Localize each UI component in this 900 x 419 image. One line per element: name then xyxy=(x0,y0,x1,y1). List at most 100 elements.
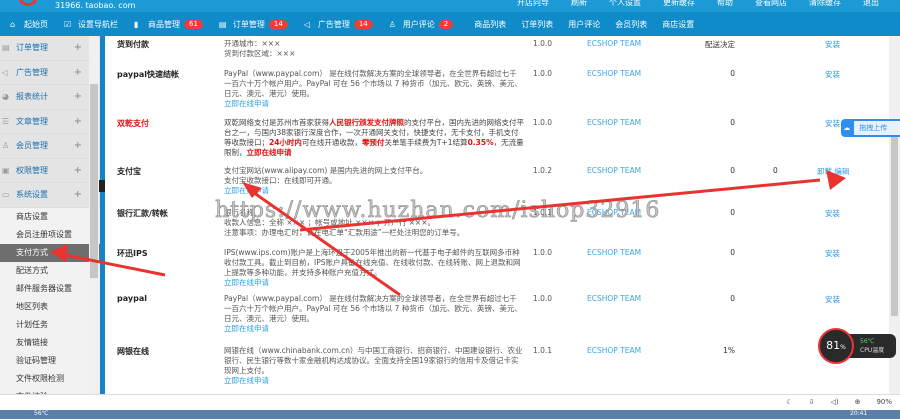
apply-online-link[interactable]: 立即在线申请 xyxy=(224,186,524,196)
highlight-text: 0.35% xyxy=(467,138,494,147)
sidebar-group[interactable]: ▤ 订单管理 + xyxy=(0,36,100,61)
sidebar-group[interactable]: ◕ 报表统计 + xyxy=(0,85,100,110)
volume-icon[interactable]: ◁) xyxy=(830,398,838,406)
sidebar-item[interactable]: 商店设置 xyxy=(0,207,100,226)
taskbar-clock[interactable]: 20:41 xyxy=(850,410,867,417)
top-link[interactable]: 开店向导 xyxy=(517,0,549,8)
group-icon: ▭ xyxy=(2,190,10,200)
author-link[interactable]: ECSHOP TEAM xyxy=(587,208,641,217)
author-link[interactable]: ECSHOP TEAM xyxy=(587,39,641,48)
version: 1.0.0 xyxy=(533,248,553,257)
taskbar: 56℃ 20:41 xyxy=(0,410,900,419)
download-icon[interactable]: ⇩ xyxy=(809,398,815,406)
version: 1.0.1 xyxy=(533,208,553,217)
top-link[interactable]: 刷新 xyxy=(571,0,587,8)
sidebar-item[interactable]: 文件权限检测 xyxy=(0,369,100,388)
sidebar-item[interactable]: 配送方式 xyxy=(0,261,100,280)
nav-link[interactable]: 会员列表 xyxy=(615,19,647,30)
desc-line: 银行名称 xyxy=(224,208,254,217)
top-link[interactable]: 退出 xyxy=(863,0,879,8)
sidebar-group[interactable]: ▣ 权限管理 + xyxy=(0,158,100,183)
group-icon: ◕ xyxy=(2,92,9,102)
sidebar-group[interactable]: ◁ 广告管理 + xyxy=(0,60,100,85)
install-link[interactable]: 安装 xyxy=(825,39,840,50)
top-link[interactable]: 查看网店 xyxy=(755,0,787,8)
nav-link[interactable]: 订单列表 xyxy=(521,19,553,30)
nav-item-2[interactable]: ▮ 商品管理 61 xyxy=(134,19,203,30)
version: 1.0.0 xyxy=(533,39,553,48)
apply-online-link[interactable]: 立即在线申请 xyxy=(224,324,524,334)
nav-link[interactable]: 用户评论 xyxy=(568,19,600,30)
desc-text: 关单笔手续费为T+1结算 xyxy=(384,138,468,147)
logo-icon xyxy=(18,0,38,6)
top-link[interactable]: 个人设置 xyxy=(609,0,641,8)
moon-icon[interactable]: ☾ xyxy=(786,398,792,406)
sidebar-group-label: 系统设置 xyxy=(16,190,48,200)
apply-online-link[interactable]: 立即在线申请 xyxy=(224,99,524,109)
author-link[interactable]: ECSHOP TEAM xyxy=(587,294,641,303)
sidebar-group[interactable]: ▭ 系统设置 + xyxy=(0,183,100,208)
install-link[interactable]: 安装 xyxy=(825,248,840,259)
sidebar-group-label: 权限管理 xyxy=(16,165,48,175)
expand-plus-icon[interactable]: + xyxy=(74,189,82,200)
install-link[interactable]: 安装 xyxy=(825,208,840,219)
count-badge: 14 xyxy=(353,19,373,29)
sidebar-group-label: 报表统计 xyxy=(16,92,48,102)
payment-description: 银行名称 收款人信息：全称 ××× ；帐号或地址 ××× ；开户行 ×××。 注意事… xyxy=(224,208,524,238)
zoom-icon[interactable]: ⊕ xyxy=(855,398,861,406)
install-link[interactable]: 安装 xyxy=(825,294,840,305)
install-link[interactable]: 安装 xyxy=(825,69,840,80)
nav-link[interactable]: 商品列表 xyxy=(474,19,506,30)
apply-online-link[interactable]: 立即在线申请 xyxy=(224,278,524,288)
expand-plus-icon[interactable]: + xyxy=(74,42,82,53)
author-link[interactable]: ECSHOP TEAM xyxy=(587,346,641,355)
cloud-upload-widget[interactable]: ☁ 拖拽上传 xyxy=(841,119,900,137)
top-link[interactable]: 帮助 xyxy=(717,0,733,8)
sidebar-group[interactable]: ♙ 会员管理 + xyxy=(0,134,100,159)
logo-text: 31966. taobao. com xyxy=(55,1,136,10)
nav-item-3[interactable]: ▤ 订单管理 14 xyxy=(219,19,288,30)
author-link[interactable]: ECSHOP TEAM xyxy=(587,166,641,175)
author-link[interactable]: ECSHOP TEAM xyxy=(587,118,641,127)
sidebar-group[interactable]: ☰ 文章管理 + xyxy=(0,109,100,134)
expand-plus-icon[interactable]: + xyxy=(74,67,82,78)
sidebar-item[interactable]: 计划任务 xyxy=(0,315,100,334)
browser-statusbar: ☾ ⇩ ◁) ⊕ 90% xyxy=(0,394,900,410)
zoom-level[interactable]: 90% xyxy=(876,398,892,406)
sidebar-item[interactable]: 支付方式 xyxy=(0,243,100,262)
author-link[interactable]: ECSHOP TEAM xyxy=(587,69,641,78)
sidebar-scrollbar[interactable] xyxy=(89,36,99,394)
payment-list: 货到付款 开通城市：××× 货到付款区域：××× 1.0.0 ECSHOP TEAM 配送… xyxy=(105,36,889,394)
top-link[interactable]: 更新缓存 xyxy=(663,0,695,8)
expand-plus-icon[interactable]: + xyxy=(74,140,82,151)
nav-link[interactable]: 商店设置 xyxy=(662,19,694,30)
top-link[interactable]: 清除缓存 xyxy=(809,0,841,8)
group-icon: ▣ xyxy=(2,165,10,175)
sidebar-item[interactable]: 地区列表 xyxy=(0,297,100,316)
expand-plus-icon[interactable]: + xyxy=(74,165,82,176)
desc-line: 开通城市：××× xyxy=(224,39,281,48)
sidebar-item[interactable]: 邮件服务器设置 xyxy=(0,279,100,298)
install-link[interactable]: 安装 xyxy=(825,118,840,129)
highlight-text[interactable]: 立即在线申请 xyxy=(247,148,292,157)
nav-item-5[interactable]: ♙ 用户评论 2 xyxy=(388,19,454,30)
expand-plus-icon[interactable]: + xyxy=(74,116,82,127)
apply-online-link[interactable]: 立即在线申请 xyxy=(224,376,524,386)
nav-icon: ◁ xyxy=(303,19,310,29)
sidebar-item[interactable]: 友情链接 xyxy=(0,333,100,352)
nav-item-4[interactable]: ◁ 广告管理 14 xyxy=(304,19,373,30)
cpu-widget[interactable]: 56℃ CPU温度 81% xyxy=(818,328,898,364)
desc-line: 收款人信息：全称 ××× ；帐号或地址 ××× ；开户行 ×××。 xyxy=(224,218,435,227)
cloud-icon: ☁ xyxy=(841,124,851,132)
payment-description: 双乾网络支付是苏州市首家获得人民银行颁发支付牌照的支付平台，国内先进的网络支付平… xyxy=(224,118,524,158)
uninstall-edit-link[interactable]: 卸载 编辑 xyxy=(817,166,849,177)
nav-item-0[interactable]: ⌂ 起始页 xyxy=(10,19,48,30)
expand-plus-icon[interactable]: + xyxy=(74,91,82,102)
nav-icon: ♙ xyxy=(388,19,396,29)
payment-description: PayPal（www.paypal.com） 是在线付款解决方案的全球领导者，在… xyxy=(224,294,524,334)
author-link[interactable]: ECSHOP TEAM xyxy=(587,248,641,257)
sidebar-item[interactable]: 验证码管理 xyxy=(0,351,100,370)
sidebar-item[interactable]: 会员注册项设置 xyxy=(0,225,100,244)
nav-item-1[interactable]: ☑ 设置导航栏 xyxy=(64,19,118,30)
version: 1.0.0 xyxy=(533,118,553,127)
